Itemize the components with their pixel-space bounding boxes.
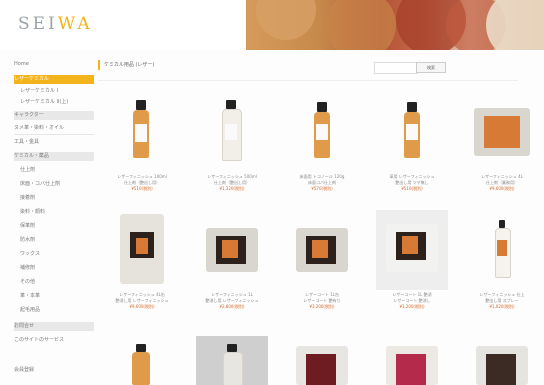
product-card[interactable]: レザーフィニッシュ 1L 艶消し用 レザーフィニッシュ ¥2,800(税別) <box>190 210 274 330</box>
site-header: SEIWA <box>0 0 544 50</box>
search-button[interactable]: 検索 <box>416 62 446 73</box>
product-price: ¥3,200(税別) <box>309 304 335 309</box>
sidebar-divider <box>14 134 94 135</box>
product-price: ¥1,020(税別) <box>489 304 515 309</box>
sidebar-item-register[interactable]: 会員登録 <box>14 366 94 375</box>
sidebar-item-chemicals[interactable]: ケミカル・薬品 <box>14 152 94 161</box>
sidebar-item-dye[interactable]: 染料・顔料 <box>14 208 94 217</box>
product-price: ¥510(税別) <box>131 186 153 191</box>
product-image[interactable] <box>286 336 358 385</box>
product-image[interactable] <box>106 210 178 290</box>
sidebar-item-leather-chemical[interactable]: レザーケミカル <box>14 75 94 84</box>
product-price: ¥570(税別) <box>311 186 333 191</box>
logo-text-a: SEI <box>18 14 58 34</box>
product-caption: レザーフィニッシュ 4L 仕上剤（業務用） ¥9,600(税別) <box>460 174 544 192</box>
sidebar-item-edge-finish[interactable]: 床面・コバ仕上剤 <box>14 180 94 189</box>
product-card[interactable]: レザーフィニッシュ 500ml 仕上剤（艶出し用） ¥1,320(税別) <box>190 92 274 212</box>
sidebar-item-waterproof[interactable]: 防水剤 <box>14 236 94 245</box>
sidebar-item-character[interactable]: キャラクター <box>14 111 94 120</box>
product-price: ¥9,600(税別) <box>129 304 155 309</box>
header-divider <box>98 80 518 81</box>
product-caption: レザーフィニッシュ 1L 艶消し用 レザーフィニッシュ ¥2,800(税別) <box>190 292 274 310</box>
product-card[interactable]: レザーフィニッシュ 4L缶 艶消し用 レザーフィニッシュ ¥9,600(税別) <box>100 210 184 330</box>
sidebar-item-genuine-leather[interactable]: 革・本革 <box>14 292 94 301</box>
sidebar-item-tools[interactable]: 工具・金具 <box>14 138 94 147</box>
product-image[interactable] <box>196 92 268 172</box>
sidebar-item-adhesive[interactable]: 接着剤 <box>14 194 94 203</box>
product-card[interactable]: レザーコート 1L 艶消 レザーコート 艶消し ¥3,200(税別) <box>370 210 454 330</box>
product-image[interactable] <box>466 210 538 290</box>
sidebar-item-conditioner[interactable]: 保革剤 <box>14 222 94 231</box>
product-image[interactable] <box>376 92 448 172</box>
product-caption: 床面用 トコノール 120g 床面コバ仕上剤 ¥570(税別) <box>280 174 364 192</box>
product-card[interactable]: 革用 レザーフィニッシュ 艶出し用 ツヤ無し ¥510(税別) <box>370 92 454 212</box>
product-caption: レザーフィニッシュ 仕上 艶出し用 スプレー ¥1,020(税別) <box>460 292 544 310</box>
product-caption: 革用 レザーフィニッシュ 艶出し用 ツヤ無し ¥510(税別) <box>370 174 454 192</box>
site-logo[interactable]: SEIWA <box>18 14 93 34</box>
product-image[interactable] <box>196 210 268 290</box>
search-input[interactable] <box>374 62 418 74</box>
product-card[interactable]: レザーフィニッシュ 100ml 仕上剤（艶出し用） ¥510(税別) <box>100 92 184 212</box>
sidebar-item-nume-leather[interactable]: ヌメ革・染料・オイル <box>14 124 94 133</box>
product-price: ¥3,200(税別) <box>399 304 425 309</box>
product-price: ¥510(税別) <box>401 186 423 191</box>
product-image[interactable] <box>376 336 448 385</box>
product-card[interactable] <box>190 336 274 385</box>
product-card[interactable] <box>100 336 184 385</box>
product-card[interactable]: 床面用 トコノール 120g 床面コバ仕上剤 ¥570(税別) <box>280 92 364 212</box>
sidebar-item-napping[interactable]: 起毛用品 <box>14 306 94 315</box>
sidebar-item-leather-chemical-2[interactable]: レザーケミカル II(上) <box>14 98 94 107</box>
product-card[interactable]: レザーフィニッシュ 4L 仕上剤（業務用） ¥9,600(税別) <box>460 92 544 212</box>
product-card[interactable]: レザーフィニッシュ 仕上 艶出し用 スプレー ¥1,020(税別) <box>460 210 544 330</box>
product-caption: レザーコート 1L缶 レザーコート 艶有り ¥3,200(税別) <box>280 292 364 310</box>
sidebar-item-other[interactable]: その他 <box>14 278 94 287</box>
sidebar-item-repair[interactable]: 補修剤 <box>14 264 94 273</box>
product-price: ¥9,600(税別) <box>489 186 515 191</box>
sidebar-item-services[interactable]: このサイトのサービス <box>14 336 94 345</box>
product-price: ¥2,800(税別) <box>219 304 245 309</box>
page: SEIWA Home レザーケミカル レザーケミカル I レザーケミカル II(… <box>0 0 544 385</box>
product-image[interactable] <box>466 336 538 385</box>
sidebar: Home レザーケミカル レザーケミカル I レザーケミカル II(上) キャラ… <box>14 60 94 385</box>
product-price: ¥1,320(税別) <box>219 186 245 191</box>
product-image[interactable] <box>106 336 178 385</box>
sidebar-item-leather-chemical-1[interactable]: レザーケミカル I <box>14 87 94 96</box>
product-card[interactable]: レザーコート 1L缶 レザーコート 艶有り ¥3,200(税別) <box>280 210 364 330</box>
product-image[interactable] <box>376 210 448 290</box>
product-image[interactable] <box>106 92 178 172</box>
product-caption: レザーフィニッシュ 100ml 仕上剤（艶出し用） ¥510(税別) <box>100 174 184 192</box>
page-title: ケミカル用品 (レザー) <box>98 60 154 70</box>
product-caption: レザーコート 1L 艶消 レザーコート 艶消し ¥3,200(税別) <box>370 292 454 310</box>
header-banner-image <box>246 0 544 50</box>
product-caption: レザーフィニッシュ 500ml 仕上剤（艶出し用） ¥1,320(税別) <box>190 174 274 192</box>
sidebar-item-finish[interactable]: 仕上剤 <box>14 166 94 175</box>
product-image[interactable] <box>286 210 358 290</box>
logo-text-b: WA <box>57 14 93 34</box>
product-image[interactable] <box>196 336 268 385</box>
product-caption: レザーフィニッシュ 4L缶 艶消し用 レザーフィニッシュ ¥9,600(税別) <box>100 292 184 310</box>
sidebar-item-wax[interactable]: ワックス <box>14 250 94 259</box>
sidebar-item-contact[interactable]: お問合せ <box>14 322 94 331</box>
product-card[interactable] <box>460 336 544 385</box>
product-card[interactable] <box>280 336 364 385</box>
product-card[interactable] <box>370 336 454 385</box>
product-image[interactable] <box>466 92 538 172</box>
sidebar-item-home[interactable]: Home <box>14 60 94 69</box>
product-image[interactable] <box>286 92 358 172</box>
